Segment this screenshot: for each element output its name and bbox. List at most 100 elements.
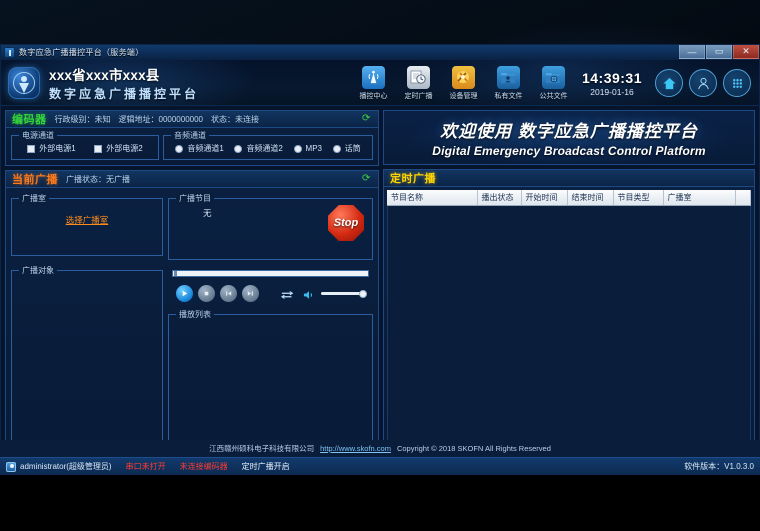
scheduled-broadcast-panel: 定时广播 节目名称 播出状态 开始时间 结束时间 节目类型 广播室 (383, 169, 755, 470)
previous-button[interactable] (220, 285, 237, 302)
user-avatar-icon (6, 462, 16, 472)
taskbar (0, 475, 760, 531)
volume-slider[interactable] (321, 292, 365, 295)
window-title: 数字应急广播播控平台（服务端） (19, 47, 144, 58)
select-broadcast-room-link[interactable]: 选择广播室 (18, 214, 156, 226)
status-user[interactable]: administrator(超级管理员) (6, 461, 112, 472)
encoder-status: 状态：未连接 (211, 114, 259, 125)
brand-platform-name: 数字应急广播播控平台 (49, 85, 199, 102)
encoder-panel: 编码器 行政级别：未知 逻辑地址：0000000000 状态：未连接 ⟳ 电源通… (5, 110, 379, 166)
footer-url-link[interactable]: http://www.skofn.com (320, 444, 391, 453)
clock-date: 2019-01-16 (582, 87, 642, 97)
toolbar-label: 公共文件 (539, 91, 567, 101)
welcome-title-en: Digital Emergency Broadcast Control Plat… (432, 144, 706, 158)
encoder-admin-level: 行政级别：未知 (55, 114, 111, 125)
radio-mp3[interactable]: MP3 (294, 144, 322, 153)
checkbox-label: 外部电源1 (39, 143, 75, 154)
toolbar-label: 设备管理 (449, 91, 477, 101)
brand-region: xxx省xxx市xxx县 (49, 64, 199, 84)
toolbar-item-private-files[interactable]: 私有文件 (486, 61, 531, 105)
public-folder-icon (542, 66, 565, 89)
broadcast-person-logo-icon (8, 67, 40, 99)
status-serial: 串口未打开 (126, 461, 166, 472)
status-user-label: administrator(超级管理员) (20, 461, 112, 472)
welcome-banner: 欢迎使用 数字应急广播播控平台 Digital Emergency Broadc… (383, 110, 755, 165)
broadcast-left-column: 广播室 选择广播室 广播对象 (11, 194, 163, 464)
toolbar-item-broadcast-center[interactable]: 播控中心 (351, 61, 396, 105)
radio-label: 音频通道2 (246, 143, 282, 154)
checkbox-external-power-2[interactable]: 外部电源2 (94, 143, 142, 154)
home-button[interactable] (655, 69, 683, 97)
broadcast-target-group: 广播对象 (11, 270, 163, 464)
main-toolbar: 播控中心 定时广播 设备管理 私有文件 (351, 60, 751, 106)
current-broadcast-body: 广播室 选择广播室 广播对象 广播节目 无 Stop (6, 188, 378, 469)
toolbar-item-public-files[interactable]: 公共文件 (531, 61, 576, 105)
app-icon (4, 47, 15, 58)
scheduled-broadcast-header: 定时广播 (384, 170, 754, 187)
column-header[interactable]: 播出状态 (477, 190, 521, 206)
radio-audio-channel-1[interactable]: 音频通道1 (175, 143, 223, 154)
right-column: 欢迎使用 数字应急广播播控平台 Digital Emergency Broadc… (383, 110, 755, 470)
status-encoder: 未连接编码器 (180, 461, 228, 472)
volume-handle[interactable] (359, 290, 367, 298)
current-broadcast-panel: 当前广播 广播状态：无广播 ⟳ 广播室 选择广播室 广播对象 (5, 170, 379, 470)
power-channel-group: 电源通道 外部电源1 外部电源2 (11, 135, 159, 160)
encoder-logic-address: 逻辑地址：0000000000 (119, 114, 204, 125)
column-header[interactable]: 广播室 (663, 190, 735, 206)
radio-icon (234, 145, 242, 153)
seek-handle[interactable] (174, 271, 177, 276)
stop-button[interactable] (198, 285, 215, 302)
footer-company: 江西赣州硕科电子科技有限公司 (209, 443, 314, 454)
apps-button[interactable] (723, 69, 751, 97)
volume-icon[interactable] (303, 288, 316, 300)
column-header[interactable] (735, 190, 751, 206)
maximize-button[interactable]: ▭ (706, 45, 732, 59)
window-controls: — ▭ ✕ (678, 45, 759, 60)
stop-icon (202, 289, 211, 298)
broadcast-right-column: 广播节目 无 Stop (168, 194, 373, 464)
welcome-title-cn: 欢迎使用 数字应急广播播控平台 (440, 117, 698, 142)
checkbox-icon (27, 145, 35, 153)
broadcast-room-label: 广播室 (19, 193, 49, 204)
radio-label: 音频通道1 (187, 143, 223, 154)
playmode-icon[interactable] (281, 288, 295, 300)
toolbar-label: 私有文件 (494, 91, 522, 101)
user-button[interactable] (689, 69, 717, 97)
play-button[interactable] (176, 285, 193, 302)
refresh-icon[interactable]: ⟳ (362, 174, 372, 184)
clock-schedule-icon (407, 66, 430, 89)
refresh-icon[interactable]: ⟳ (362, 114, 372, 124)
audio-channel-label: 音频通道 (171, 130, 209, 141)
broadcast-program-group: 广播节目 无 Stop (168, 198, 373, 260)
minimize-button[interactable]: — (679, 45, 705, 59)
radio-icon (333, 145, 341, 153)
encoder-body: 电源通道 外部电源1 外部电源2 (6, 128, 378, 165)
broadcast-room-group: 广播室 选择广播室 (11, 198, 163, 256)
broadcast-tower-icon (362, 66, 385, 89)
window-title-bar: 数字应急广播播控平台（服务端） — ▭ ✕ (1, 45, 759, 60)
application-window: 数字应急广播播控平台（服务端） — ▭ ✕ xxx省xxx市xxx县 数字应急广… (0, 44, 760, 475)
status-timed-broadcast: 定时广播开启 (242, 461, 290, 472)
radio-audio-channel-2[interactable]: 音频通道2 (234, 143, 282, 154)
column-header[interactable]: 开始时间 (521, 190, 567, 206)
column-header[interactable]: 结束时间 (567, 190, 613, 206)
toolbar-item-timed-broadcast[interactable]: 定时广播 (396, 61, 441, 105)
tools-device-icon (452, 66, 475, 89)
next-button[interactable] (242, 285, 259, 302)
column-header[interactable]: 节目名称 (387, 190, 477, 206)
previous-track-icon (224, 289, 233, 298)
player-controls (172, 285, 369, 302)
home-icon (662, 76, 677, 91)
radio-icon (294, 145, 302, 153)
footer-copyright: Copyright © 2018 SKOFN All Rights Reserv… (397, 444, 551, 453)
toolbar-item-device-management[interactable]: 设备管理 (441, 61, 486, 105)
checkbox-external-power-1[interactable]: 外部电源1 (27, 143, 75, 154)
radio-microphone[interactable]: 话筒 (333, 143, 361, 154)
private-folder-icon (497, 66, 520, 89)
column-header[interactable]: 节目类型 (613, 190, 663, 206)
close-button[interactable]: ✕ (733, 45, 759, 59)
seek-slider[interactable] (172, 270, 369, 277)
status-bar: administrator(超级管理员) 串口未打开 未连接编码器 定时广播开启… (0, 457, 760, 475)
toolbar-label: 播控中心 (359, 91, 387, 101)
status-version: 软件版本：V1.0.3.0 (684, 461, 754, 472)
